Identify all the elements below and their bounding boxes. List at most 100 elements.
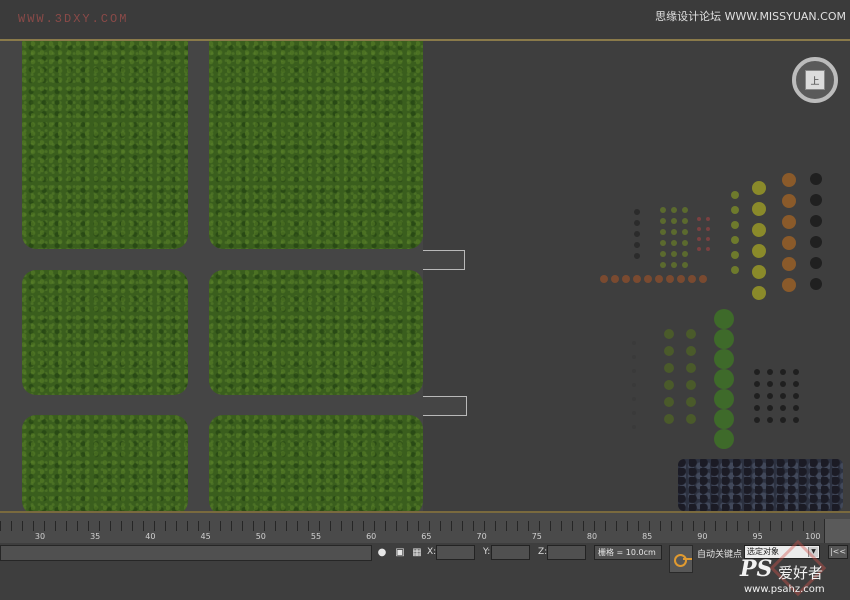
plant-proxy[interactable] [634, 253, 640, 259]
coord-y-field[interactable] [491, 545, 530, 560]
plant-proxy[interactable] [706, 217, 710, 221]
plant-proxy[interactable] [767, 405, 773, 411]
rock-pile[interactable] [678, 459, 843, 511]
plant-proxy[interactable] [731, 236, 739, 244]
coord-x-field[interactable] [436, 545, 475, 560]
plant-proxy[interactable] [664, 329, 674, 339]
plant-proxy[interactable] [731, 191, 739, 199]
plant-proxy[interactable] [780, 369, 786, 375]
plant-proxy[interactable] [664, 397, 674, 407]
plant-proxy[interactable] [632, 341, 636, 345]
plant-proxy[interactable] [780, 417, 786, 423]
plant-proxy[interactable] [686, 380, 696, 390]
plant-proxy[interactable] [677, 275, 685, 283]
plant-proxy[interactable] [666, 275, 674, 283]
lock-icon[interactable]: ● [375, 546, 389, 560]
plant-proxy[interactable] [782, 257, 796, 271]
plant-proxy[interactable] [793, 369, 799, 375]
plant-proxy[interactable] [644, 275, 652, 283]
plant-proxy[interactable] [664, 346, 674, 356]
plant-proxy[interactable] [793, 381, 799, 387]
plant-proxy[interactable] [731, 221, 739, 229]
plant-proxy[interactable] [697, 217, 701, 221]
plant-proxy[interactable] [754, 381, 760, 387]
plant-proxy[interactable] [731, 206, 739, 214]
plant-proxy[interactable] [782, 194, 796, 208]
plant-proxy[interactable] [682, 262, 688, 268]
grass-block[interactable] [209, 41, 423, 249]
grass-block[interactable] [209, 415, 423, 511]
plant-proxy[interactable] [682, 251, 688, 257]
plant-proxy[interactable] [714, 329, 734, 349]
plant-proxy[interactable] [793, 393, 799, 399]
plant-proxy[interactable] [664, 380, 674, 390]
plant-proxy[interactable] [634, 209, 640, 215]
plant-proxy[interactable] [686, 414, 696, 424]
transform-mode-icon[interactable]: ▦ [410, 546, 424, 560]
plant-proxy[interactable] [754, 369, 760, 375]
maxscript-listener[interactable] [0, 545, 372, 561]
plant-proxy[interactable] [622, 275, 630, 283]
plant-proxy[interactable] [600, 275, 608, 283]
plant-proxy[interactable] [632, 411, 636, 415]
plant-proxy[interactable] [782, 215, 796, 229]
plant-proxy[interactable] [767, 369, 773, 375]
plant-proxy[interactable] [632, 425, 636, 429]
plant-proxy[interactable] [688, 275, 696, 283]
plant-proxy[interactable] [682, 218, 688, 224]
plant-proxy[interactable] [714, 309, 734, 329]
viewcube[interactable]: 上 [792, 57, 838, 103]
plant-proxy[interactable] [714, 409, 734, 429]
plant-proxy[interactable] [714, 369, 734, 389]
plant-proxy[interactable] [686, 397, 696, 407]
plant-proxy[interactable] [660, 207, 666, 213]
grass-block[interactable] [209, 270, 423, 395]
plant-proxy[interactable] [706, 247, 710, 251]
plant-proxy[interactable] [752, 202, 766, 216]
plant-proxy[interactable] [634, 220, 640, 226]
plant-proxy[interactable] [810, 215, 822, 227]
plant-proxy[interactable] [660, 251, 666, 257]
plant-proxy[interactable] [634, 242, 640, 248]
plant-proxy[interactable] [686, 363, 696, 373]
plant-proxy[interactable] [782, 278, 796, 292]
plant-proxy[interactable] [660, 229, 666, 235]
plant-proxy[interactable] [664, 414, 674, 424]
plant-proxy[interactable] [714, 429, 734, 449]
plant-proxy[interactable] [671, 262, 677, 268]
plant-proxy[interactable] [754, 393, 760, 399]
plant-proxy[interactable] [752, 244, 766, 258]
plant-proxy[interactable] [752, 223, 766, 237]
plant-proxy[interactable] [686, 346, 696, 356]
plant-proxy[interactable] [632, 369, 636, 373]
plant-proxy[interactable] [754, 405, 760, 411]
plant-proxy[interactable] [697, 237, 701, 241]
plant-proxy[interactable] [697, 227, 701, 231]
plant-proxy[interactable] [793, 417, 799, 423]
plant-proxy[interactable] [752, 286, 766, 300]
grass-block[interactable] [22, 41, 188, 249]
plant-proxy[interactable] [706, 237, 710, 241]
plant-proxy[interactable] [731, 266, 739, 274]
plant-proxy[interactable] [793, 405, 799, 411]
grass-block[interactable] [22, 270, 188, 395]
plant-proxy[interactable] [664, 363, 674, 373]
plant-proxy[interactable] [671, 251, 677, 257]
plant-proxy[interactable] [655, 275, 663, 283]
plant-proxy[interactable] [671, 240, 677, 246]
plant-proxy[interactable] [810, 194, 822, 206]
plant-proxy[interactable] [633, 275, 641, 283]
plant-proxy[interactable] [780, 405, 786, 411]
plant-proxy[interactable] [682, 240, 688, 246]
plant-proxy[interactable] [767, 393, 773, 399]
plant-proxy[interactable] [810, 257, 822, 269]
viewcube-face[interactable]: 上 [805, 70, 825, 90]
plant-proxy[interactable] [660, 240, 666, 246]
plant-proxy[interactable] [634, 231, 640, 237]
plant-proxy[interactable] [782, 173, 796, 187]
timeline-ruler[interactable]: 30 35 40 45 50 55 60 65 70 75 80 85 90 95 100 [0, 511, 850, 543]
plant-proxy[interactable] [767, 381, 773, 387]
plant-proxy[interactable] [611, 275, 619, 283]
plant-proxy[interactable] [780, 393, 786, 399]
plant-proxy[interactable] [660, 218, 666, 224]
